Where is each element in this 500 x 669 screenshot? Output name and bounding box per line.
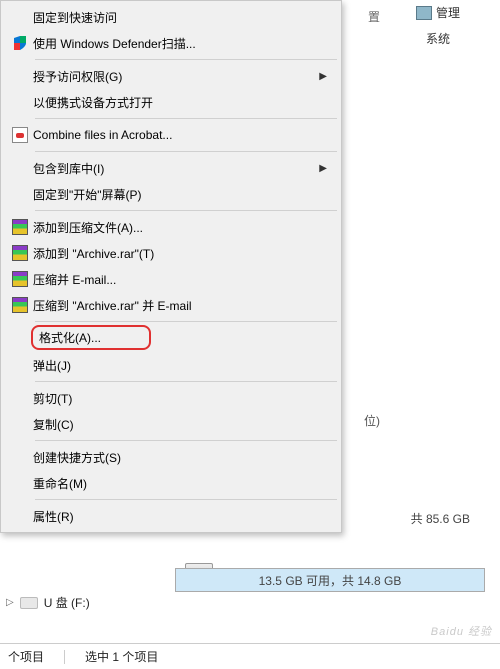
- menu-separator: [35, 381, 337, 382]
- winrar-icon: [7, 245, 33, 261]
- menu-label: 压缩并 E-mail...: [33, 271, 327, 288]
- status-selected: 选中 1 个项目: [85, 648, 158, 665]
- menu-label: 复制(C): [33, 416, 327, 433]
- status-divider: [64, 650, 65, 664]
- manage-label: 管理: [436, 4, 460, 21]
- menu-label: 以便携式设备方式打开: [33, 94, 327, 111]
- menu-label: 固定到快速访问: [33, 9, 327, 26]
- menu-pin-start[interactable]: 固定到"开始"屏幕(P): [3, 181, 339, 207]
- status-bar: 个项目 选中 1 个项目: [0, 643, 500, 669]
- menu-defender-scan[interactable]: 使用 Windows Defender扫描...: [3, 30, 339, 56]
- status-count: 个项目: [8, 648, 44, 665]
- menu-create-shortcut[interactable]: 创建快捷方式(S): [3, 444, 339, 470]
- menu-separator: [35, 321, 337, 322]
- pdf-icon: [7, 127, 33, 143]
- menu-label: 固定到"开始"屏幕(P): [33, 186, 327, 203]
- manage-icon: [416, 6, 432, 20]
- menu-copy[interactable]: 复制(C): [3, 411, 339, 437]
- menu-label: 添加到压缩文件(A)...: [33, 219, 327, 236]
- tree-item-label: U 盘 (F:): [44, 594, 90, 611]
- menu-rename[interactable]: 重命名(M): [3, 470, 339, 496]
- menu-separator: [35, 118, 337, 119]
- menu-label: 弹出(J): [33, 357, 327, 374]
- menu-compress-rar-email[interactable]: 压缩到 "Archive.rar" 并 E-mail: [3, 292, 339, 318]
- winrar-icon: [7, 297, 33, 313]
- menu-combine-acrobat[interactable]: Combine files in Acrobat...: [3, 122, 339, 148]
- menu-add-archive[interactable]: 添加到压缩文件(A)...: [3, 214, 339, 240]
- winrar-icon: [7, 219, 33, 235]
- menu-pin-quick-access[interactable]: 固定到快速访问: [3, 4, 339, 30]
- format-highlight: 格式化(A)...: [31, 325, 151, 350]
- highlight-border: 格式化(A)...: [31, 325, 151, 350]
- ribbon-manage[interactable]: 管理: [416, 4, 460, 21]
- menu-label: Combine files in Acrobat...: [33, 128, 327, 142]
- chevron-right-icon: ▷: [6, 597, 14, 608]
- ribbon-area: 置 管理 系统: [340, 0, 500, 50]
- winrar-icon: [7, 271, 33, 287]
- menu-label: 创建快捷方式(S): [33, 449, 327, 466]
- drive-usage-bar[interactable]: 13.5 GB 可用，共 14.8 GB: [175, 568, 485, 592]
- menu-separator: [35, 151, 337, 152]
- menu-separator: [35, 59, 337, 60]
- menu-portable-device[interactable]: 以便携式设备方式打开: [3, 89, 339, 115]
- submenu-arrow-icon: ▶: [319, 163, 327, 174]
- tree-item-udisk[interactable]: ▷ U 盘 (F:): [6, 594, 90, 611]
- menu-label: 授予访问权限(G): [33, 68, 319, 85]
- watermark: Baidu 经验: [431, 623, 492, 639]
- menu-eject[interactable]: 弹出(J): [3, 352, 339, 378]
- menu-include-library[interactable]: 包含到库中(I) ▶: [3, 155, 339, 181]
- menu-add-archive-rar[interactable]: 添加到 "Archive.rar"(T): [3, 240, 339, 266]
- drive-usage-text: 13.5 GB 可用，共 14.8 GB: [259, 572, 402, 589]
- menu-compress-email[interactable]: 压缩并 E-mail...: [3, 266, 339, 292]
- drive-total-right: 共 85.6 GB: [411, 510, 470, 527]
- menu-label: 使用 Windows Defender扫描...: [33, 35, 327, 52]
- menu-cut[interactable]: 剪切(T): [3, 385, 339, 411]
- menu-label: 属性(R): [33, 508, 327, 525]
- menu-label: 剪切(T): [33, 390, 327, 407]
- context-menu: 固定到快速访问 使用 Windows Defender扫描... 授予访问权限(…: [0, 0, 342, 533]
- menu-separator: [35, 440, 337, 441]
- usb-drive-icon: [20, 597, 38, 609]
- menu-separator: [35, 499, 337, 500]
- ribbon-system-tab[interactable]: 系统: [426, 30, 450, 47]
- menu-label: 重命名(M): [33, 475, 327, 492]
- bg-text-fragment: 位): [364, 412, 380, 429]
- menu-label: 包含到库中(I): [33, 160, 319, 177]
- menu-format-label[interactable]: 格式化(A)...: [35, 331, 105, 345]
- menu-label: 压缩到 "Archive.rar" 并 E-mail: [33, 297, 327, 314]
- ribbon-fragment: 置: [368, 8, 380, 25]
- submenu-arrow-icon: ▶: [319, 71, 327, 82]
- menu-properties[interactable]: 属性(R): [3, 503, 339, 529]
- menu-grant-access[interactable]: 授予访问权限(G) ▶: [3, 63, 339, 89]
- menu-label: 添加到 "Archive.rar"(T): [33, 245, 327, 262]
- menu-separator: [35, 210, 337, 211]
- shield-icon: [7, 35, 33, 51]
